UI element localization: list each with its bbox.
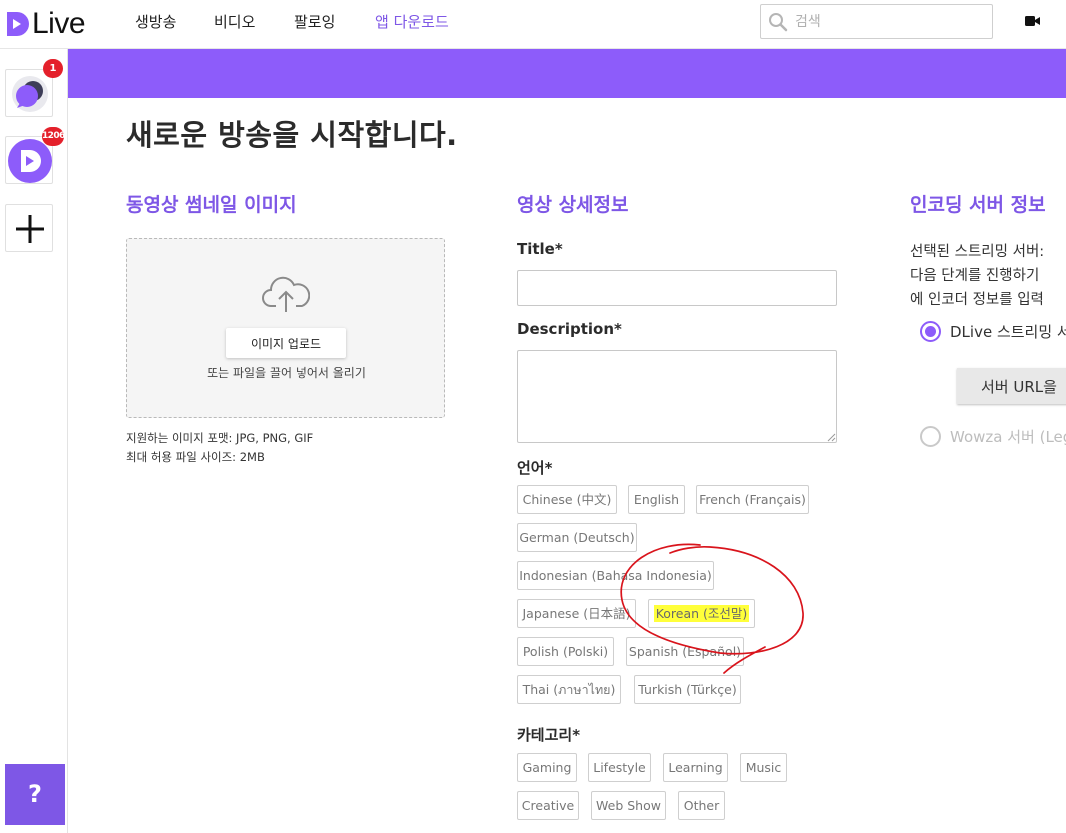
chip-label: Korean (조선말) xyxy=(653,605,750,622)
chip-label: Indonesian (Bahasa Indonesia) xyxy=(519,568,712,583)
chip-label: Spanish (Español) xyxy=(628,644,742,659)
chip-label: Chinese (中文) xyxy=(522,492,612,507)
language-chip-polish[interactable]: Polish (Polski) xyxy=(517,637,614,666)
image-upload-button[interactable]: 이미지 업로드 xyxy=(226,328,346,358)
category-chip-gaming[interactable]: Gaming xyxy=(517,753,577,782)
language-chip-spanish[interactable]: Spanish (Español) xyxy=(626,637,744,666)
category-chip-learning[interactable]: Learning xyxy=(663,753,728,782)
title-label: Title* xyxy=(517,240,563,258)
category-chip-music[interactable]: Music xyxy=(740,753,787,782)
category-chip-other[interactable]: Other xyxy=(678,791,725,820)
language-chip-korean[interactable]: Korean (조선말) xyxy=(648,599,755,628)
logo-text: Live xyxy=(32,7,86,40)
chip-label: Creative xyxy=(521,798,575,813)
video-camera-icon[interactable] xyxy=(1025,15,1041,27)
chip-label: Other xyxy=(683,798,720,813)
thumbnail-dropzone[interactable]: 이미지 업로드 또는 파일을 끌어 넣어서 올리기 xyxy=(126,238,445,418)
help-button[interactable]: ? xyxy=(5,764,65,825)
language-chip-turkish[interactable]: Turkish (Türkçe) xyxy=(634,675,741,704)
chip-label: Japanese (日本語) xyxy=(522,606,631,621)
title-input[interactable] xyxy=(517,270,837,306)
encoding-description-line: 선택된 스트리밍 서버: xyxy=(910,244,1045,260)
language-chip-indonesian[interactable]: Indonesian (Bahasa Indonesia) xyxy=(517,561,714,590)
nav-app-download[interactable]: 앱 다운로드 xyxy=(375,11,449,32)
language-chip-chinese[interactable]: Chinese (中文) xyxy=(517,485,617,514)
language-chip-english[interactable]: English xyxy=(628,485,685,514)
chip-label: Turkish (Türkçe) xyxy=(638,682,737,697)
chip-label: Learning xyxy=(668,760,723,775)
top-navigation: Live 생방송 비디오 팔로잉 앱 다운로드 xyxy=(0,0,1066,49)
language-chip-german[interactable]: German (Deutsch) xyxy=(517,523,637,552)
chip-label: Lifestyle xyxy=(593,760,646,775)
category-label: 카테고리* xyxy=(517,726,581,744)
dlive-logo-icon xyxy=(7,12,29,36)
supported-formats: 지원하는 이미지 포맷: JPG, PNG, GIF xyxy=(126,431,314,445)
language-label: 언어* xyxy=(517,459,553,477)
chat-button[interactable]: 1 xyxy=(5,59,63,117)
dlive-channel-button[interactable]: 1206 xyxy=(5,127,65,184)
server-url-button[interactable]: 서버 URL을 xyxy=(957,368,1066,404)
encoding-section-title: 인코딩 서버 정보 xyxy=(910,194,1046,216)
resize-grip-icon[interactable] xyxy=(826,432,836,442)
chip-label: Web Show xyxy=(596,798,661,813)
add-button[interactable] xyxy=(5,204,53,252)
chip-label: Music xyxy=(745,760,782,775)
dlive-notification-badge: 1206 xyxy=(42,127,65,146)
nav-live[interactable]: 생방송 xyxy=(135,11,176,32)
description-textarea[interactable] xyxy=(517,350,837,443)
page-title: 새로운 방송을 시작합니다. xyxy=(126,118,458,152)
cloud-upload-icon xyxy=(262,276,310,312)
category-chip-lifestyle[interactable]: Lifestyle xyxy=(588,753,651,782)
max-file-size: 최대 허용 파일 사이즈: 2MB xyxy=(126,450,265,464)
chip-label: Gaming xyxy=(522,760,572,775)
chat-icon xyxy=(12,76,48,112)
search-icon xyxy=(769,13,788,32)
dlive-server-radio[interactable] xyxy=(920,321,941,342)
language-chip-french[interactable]: French (Français) xyxy=(696,485,809,514)
wowza-server-label: Wowza 서버 (Legacy) xyxy=(950,428,1066,446)
nav-following[interactable]: 팔로잉 xyxy=(294,11,335,32)
purple-banner xyxy=(68,49,1066,98)
dlive-logo[interactable]: Live xyxy=(4,6,86,42)
chip-label: Thai (ภาษาไทย) xyxy=(522,682,616,697)
plus-icon xyxy=(16,215,44,243)
dlive-server-label: DLive 스트리밍 서 xyxy=(950,323,1066,341)
category-chip-creative[interactable]: Creative xyxy=(517,791,579,820)
nav-video[interactable]: 비디오 xyxy=(214,11,255,32)
chip-label: Polish (Polski) xyxy=(522,644,609,659)
language-chip-thai[interactable]: Thai (ภาษาไทย) xyxy=(517,675,621,704)
chip-label: German (Deutsch) xyxy=(519,530,635,545)
left-sidebar: 1 1206 ? xyxy=(0,49,68,833)
chip-label: French (Français) xyxy=(699,492,806,507)
encoding-description-line: 에 인코더 정보를 입력 xyxy=(910,292,1044,308)
chip-label: English xyxy=(633,492,680,507)
wowza-server-radio[interactable] xyxy=(920,426,941,447)
thumbnail-section-title: 동영상 썸네일 이미지 xyxy=(126,194,297,216)
drop-hint: 또는 파일을 끌어 넣어서 올리기 xyxy=(207,366,366,380)
description-label: Description* xyxy=(517,320,622,338)
search-input[interactable] xyxy=(795,11,985,33)
details-section-title: 영상 상세정보 xyxy=(517,194,629,216)
encoding-description-line: 다음 단계를 진행하기 xyxy=(910,268,1040,284)
search-box[interactable] xyxy=(760,4,993,39)
category-chip-web-show[interactable]: Web Show xyxy=(591,791,666,820)
chat-notification-badge: 1 xyxy=(43,59,63,78)
language-chip-japanese[interactable]: Japanese (日本語) xyxy=(517,599,636,628)
